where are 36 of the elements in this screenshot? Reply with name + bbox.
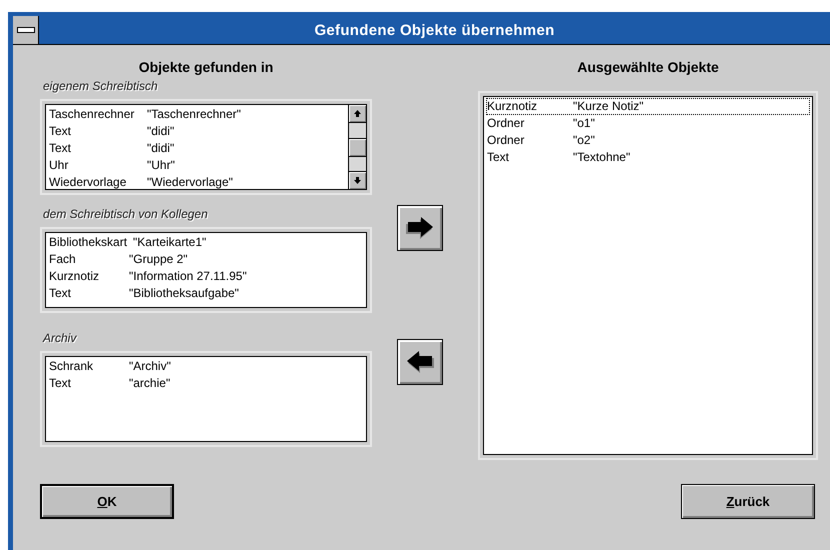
- list-item[interactable]: Schrank "Archiv": [48, 358, 364, 375]
- list-item[interactable]: Ordner "o2": [486, 132, 810, 149]
- column-heading: Objekte gefunden in: [138, 59, 274, 76]
- back-button[interactable]: Zurück: [681, 484, 815, 519]
- window-title: Gefundene Objekte übernehmen: [313, 22, 556, 38]
- scroll-thumb[interactable]: [349, 138, 366, 156]
- list-item[interactable]: Taschenrechner "Taschenrechner": [48, 106, 346, 123]
- list-item[interactable]: Bibliothekskart "Karteikarte1": [48, 234, 364, 251]
- scroll-up-icon[interactable]: [349, 105, 366, 123]
- add-button[interactable]: [397, 205, 443, 251]
- scroll-down-icon[interactable]: [349, 171, 366, 189]
- group-label: dem Schreibtisch von Kollegen: [43, 207, 209, 223]
- list-item[interactable]: Wiedervorlage "Wiedervorlage": [48, 174, 346, 191]
- list-item[interactable]: Text "didi": [48, 123, 346, 140]
- scrollbar[interactable]: [348, 105, 366, 189]
- remove-button[interactable]: [397, 339, 443, 385]
- list-box[interactable]: Schrank "Archiv" Text "archie": [45, 356, 367, 442]
- system-menu-button[interactable]: [13, 16, 39, 44]
- list-box[interactable]: Kurznotiz "Kurze Notiz" Ordner "o1" Ordner "o2" Text "Textohne": [483, 96, 813, 455]
- list-item[interactable]: Kurznotiz "Kurze Notiz": [486, 98, 810, 115]
- ok-button[interactable]: OK: [40, 484, 174, 519]
- list-item[interactable]: Text "archie": [48, 375, 364, 392]
- list-item[interactable]: Fach "Gruppe 2": [48, 251, 364, 268]
- list-item[interactable]: Ordner "o1": [486, 115, 810, 132]
- right-arrow-icon: [405, 216, 435, 240]
- list-item[interactable]: Text "Bibliotheksaufgabe": [48, 285, 364, 302]
- left-arrow-icon: [405, 350, 435, 374]
- list-item[interactable]: Text "Textohne": [486, 149, 810, 166]
- column-heading: Ausgewählte Objekte: [576, 59, 720, 76]
- list-box[interactable]: Taschenrechner "Taschenrechner" Text "didi" Text "didi" Uhr "Uhr" Wiedervorlage "Wiedervorlage": [45, 104, 367, 190]
- list-item[interactable]: Uhr "Uhr": [48, 157, 346, 174]
- list-box[interactable]: Bibliothekskart "Karteikarte1" Fach "Gruppe 2" Kurznotiz "Information 27.11.95" Text "Bibliotheksaufgabe": [45, 232, 367, 308]
- group-label: Archiv: [43, 331, 78, 347]
- group-label: eigenem Schreibtisch: [43, 79, 159, 95]
- list-item[interactable]: Kurznotiz "Information 27.11.95": [48, 268, 364, 285]
- list-item[interactable]: Text "didi": [48, 140, 346, 157]
